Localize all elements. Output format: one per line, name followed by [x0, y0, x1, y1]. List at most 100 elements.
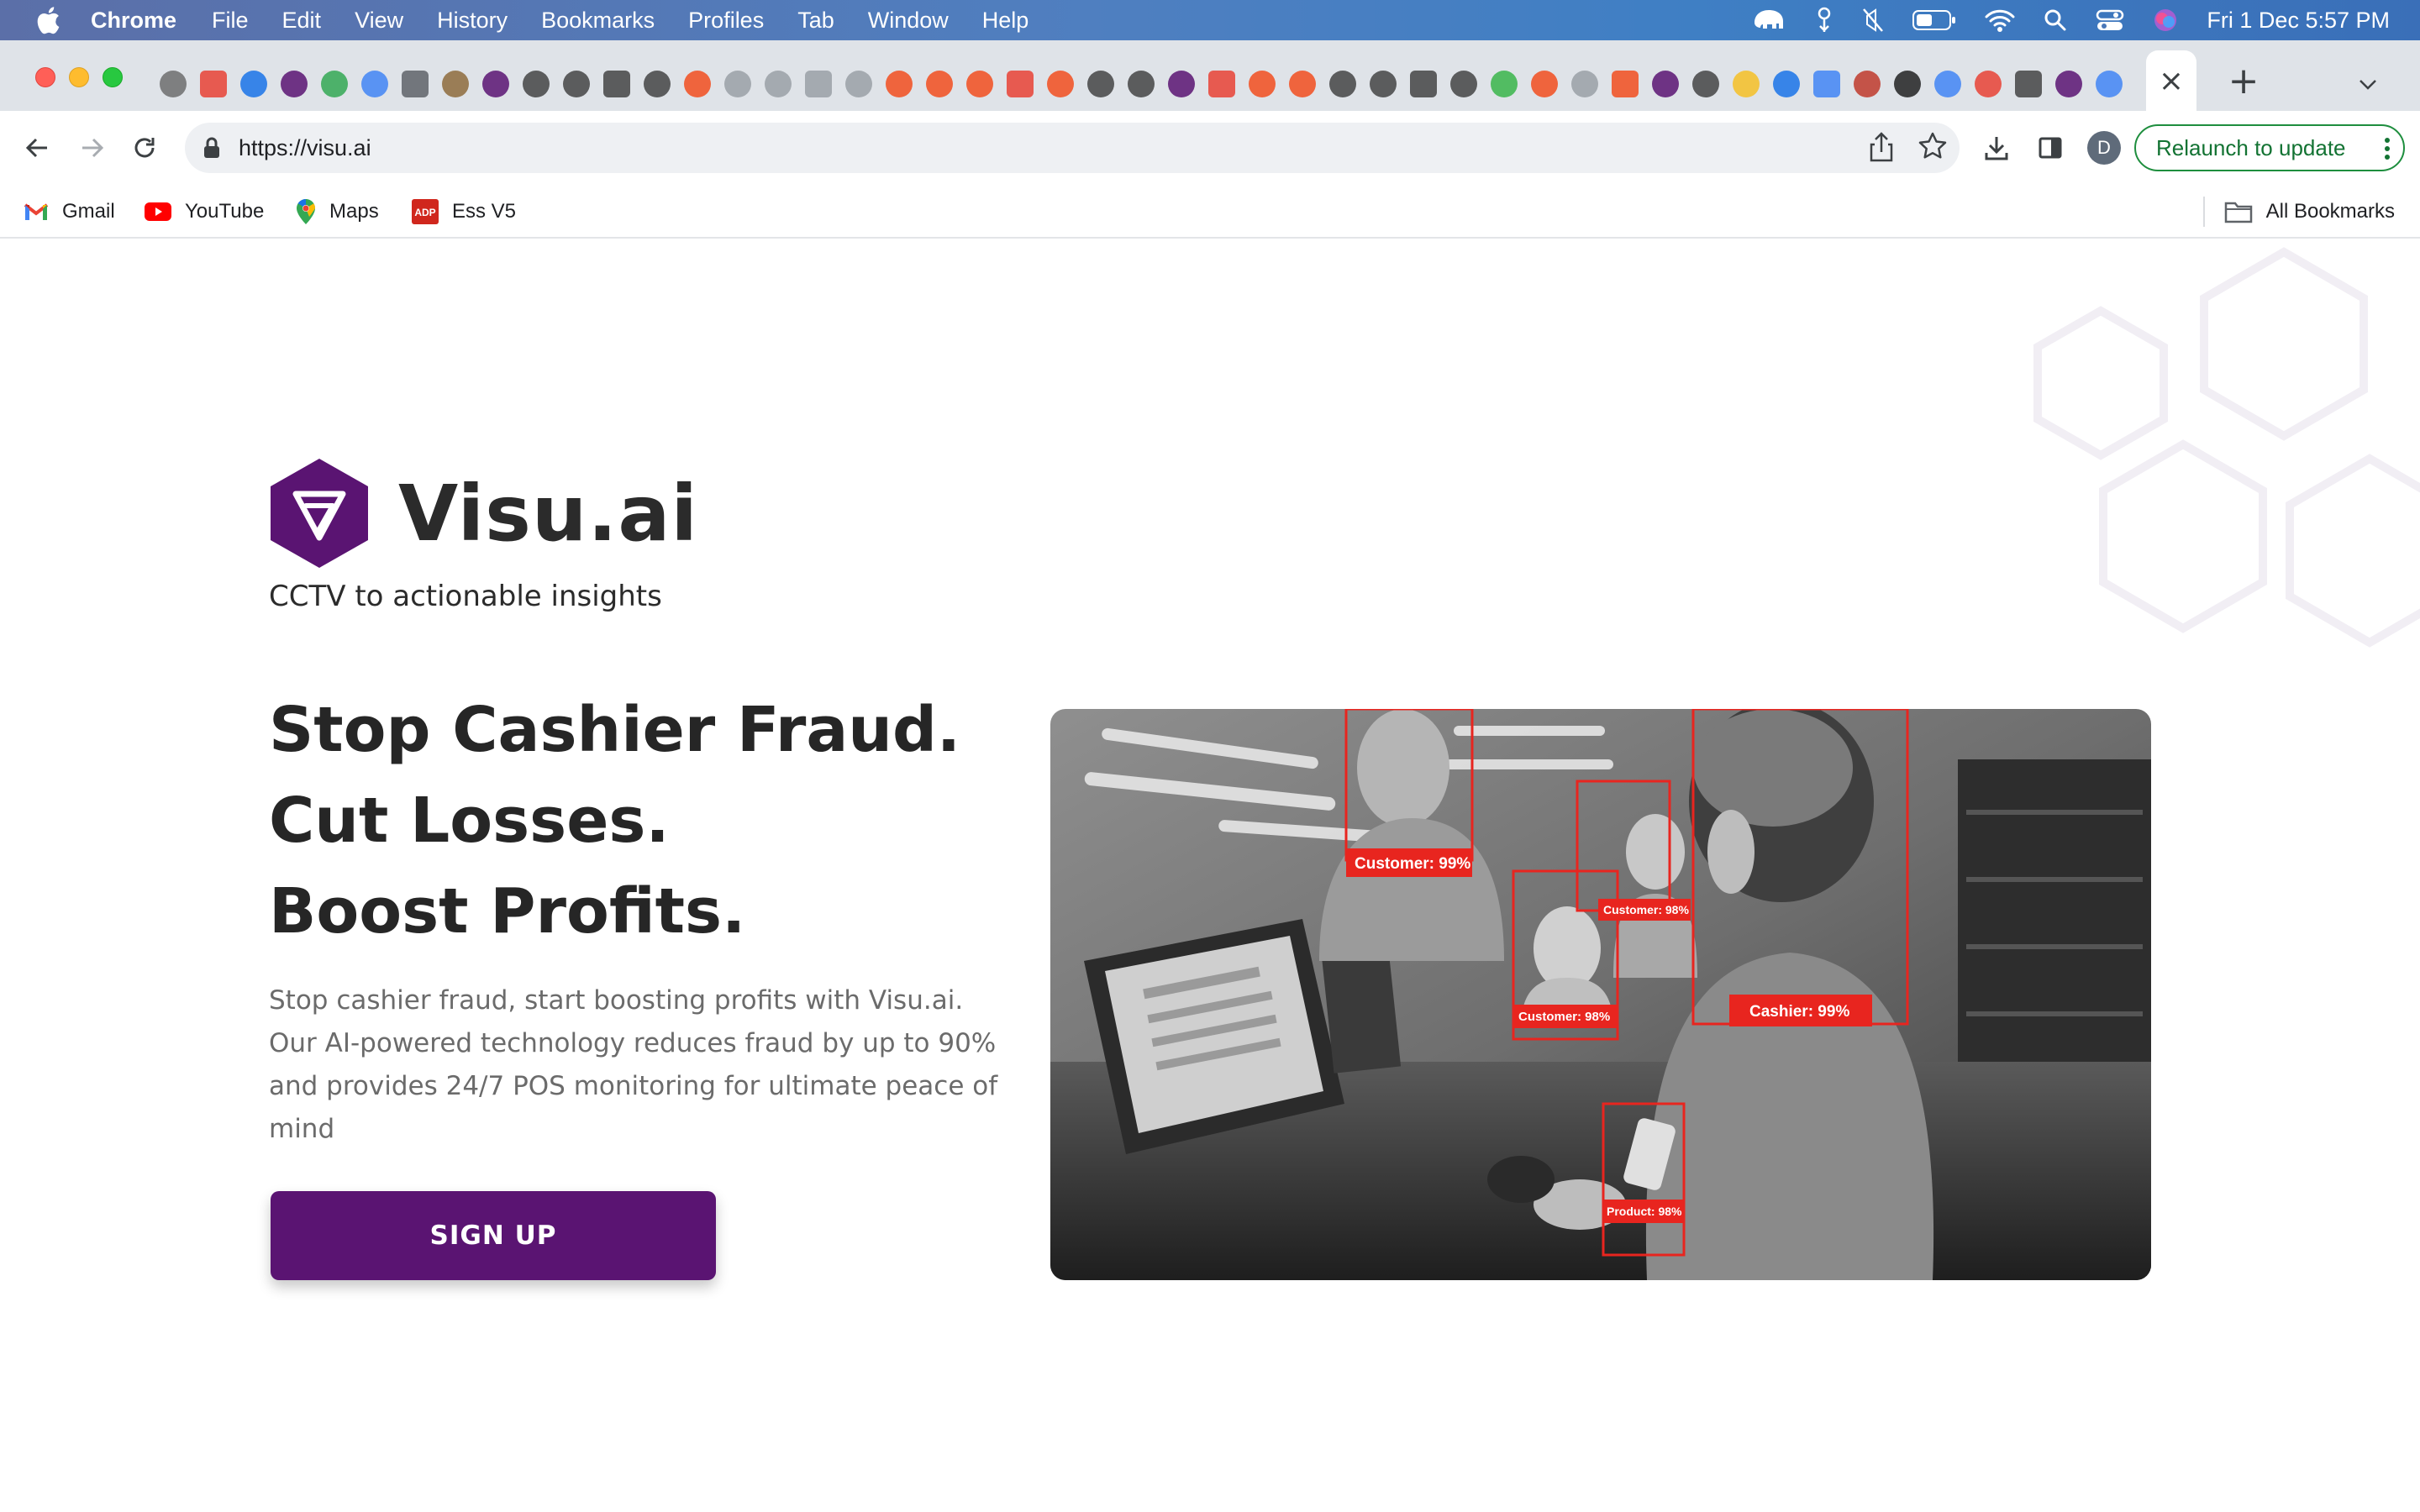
- pinned-tab[interactable]: [1491, 71, 1518, 97]
- pinned-tab[interactable]: [765, 71, 792, 97]
- pinned-tab[interactable]: [1289, 71, 1316, 97]
- relaunch-to-update-button[interactable]: Relaunch to update: [2134, 124, 2405, 171]
- window-minimize-button[interactable]: [69, 67, 89, 87]
- pinned-tab[interactable]: [402, 71, 429, 97]
- share-icon[interactable]: [1867, 131, 1896, 167]
- siri-icon[interactable]: [2153, 8, 2178, 33]
- lock-icon[interactable]: [203, 137, 220, 159]
- downloads-button[interactable]: [1980, 131, 2013, 165]
- new-tab-button[interactable]: +: [2225, 60, 2262, 102]
- pinned-tab[interactable]: [845, 71, 872, 97]
- menu-bookmarks[interactable]: Bookmarks: [541, 8, 655, 34]
- menu-tab[interactable]: Tab: [797, 8, 834, 34]
- pinned-tab[interactable]: [1208, 71, 1235, 97]
- url-text[interactable]: https://visu.ai: [239, 135, 371, 161]
- pinned-tab[interactable]: [1894, 71, 1921, 97]
- maps-icon: [296, 198, 316, 225]
- chrome-menu-icon[interactable]: [2383, 136, 2391, 167]
- mute-icon[interactable]: [1862, 8, 1884, 33]
- pinned-tab[interactable]: [1128, 71, 1155, 97]
- pinned-tab[interactable]: [603, 71, 630, 97]
- pinned-tab[interactable]: [1531, 71, 1558, 97]
- pinned-tab[interactable]: [1612, 71, 1639, 97]
- pinned-tab[interactable]: [321, 71, 348, 97]
- pinned-tab[interactable]: [886, 71, 913, 97]
- menu-profiles[interactable]: Profiles: [688, 8, 764, 34]
- bookmark-gmail[interactable]: Gmail: [24, 195, 115, 228]
- window-zoom-button[interactable]: [103, 67, 123, 87]
- pinned-tab[interactable]: [2096, 71, 2123, 97]
- pinned-tab[interactable]: [2015, 71, 2042, 97]
- all-bookmarks-button[interactable]: All Bookmarks: [2224, 195, 2395, 228]
- control-center-icon[interactable]: [2096, 8, 2124, 32]
- pinned-tab[interactable]: [644, 71, 671, 97]
- pinned-tab[interactable]: [1450, 71, 1477, 97]
- pinned-tab[interactable]: [1975, 71, 2002, 97]
- reload-button[interactable]: [128, 131, 161, 165]
- pinned-tab[interactable]: [160, 71, 187, 97]
- forward-button[interactable]: [76, 131, 109, 165]
- menu-app-name[interactable]: Chrome: [91, 8, 176, 34]
- profile-avatar[interactable]: D: [2087, 131, 2121, 165]
- bookmark-maps[interactable]: Maps: [296, 195, 379, 228]
- pinned-tab[interactable]: [1692, 71, 1719, 97]
- side-panel-button[interactable]: [2033, 131, 2067, 165]
- pinned-tab[interactable]: [1773, 71, 1800, 97]
- bluetooth-like-icon[interactable]: [1815, 6, 1833, 34]
- sign-up-button[interactable]: SIGN UP: [271, 1191, 716, 1280]
- bookmark-star-icon[interactable]: [1918, 131, 1948, 165]
- pinned-tab[interactable]: [1813, 71, 1840, 97]
- back-button[interactable]: [20, 131, 54, 165]
- tab-search-button[interactable]: [2351, 67, 2385, 101]
- pinned-tab[interactable]: [1087, 71, 1114, 97]
- pinned-tab[interactable]: [1652, 71, 1679, 97]
- close-tab-icon[interactable]: ×: [2159, 64, 2184, 98]
- pinned-tab[interactable]: [805, 71, 832, 97]
- menu-help[interactable]: Help: [982, 8, 1029, 34]
- detection-label-customer-3: Customer: 98%: [1518, 1010, 1610, 1024]
- pinned-tab[interactable]: [482, 71, 509, 97]
- pinned-tab[interactable]: [1370, 71, 1397, 97]
- pinned-tab[interactable]: [1168, 71, 1195, 97]
- pinned-tab[interactable]: [926, 71, 953, 97]
- pinned-tab[interactable]: [523, 71, 550, 97]
- brand-name: Visu.ai: [398, 468, 698, 559]
- pinned-tab[interactable]: [281, 71, 308, 97]
- bookmark-ess-v5[interactable]: ADP Ess V5: [412, 195, 516, 228]
- menu-bar-clock[interactable]: Fri 1 Dec 5:57 PM: [2207, 8, 2390, 34]
- pinned-tab[interactable]: [1733, 71, 1760, 97]
- pinned-tab[interactable]: [442, 71, 469, 97]
- pinned-tab[interactable]: [200, 71, 227, 97]
- pinned-tab[interactable]: [1410, 71, 1437, 97]
- wifi-icon[interactable]: [1985, 8, 2015, 32]
- pinned-tab[interactable]: [724, 71, 751, 97]
- pinned-tab[interactable]: [1571, 71, 1598, 97]
- address-bar[interactable]: https://visu.ai: [185, 123, 1960, 173]
- pinned-tab[interactable]: [361, 71, 388, 97]
- window-close-button[interactable]: [35, 67, 55, 87]
- menu-history[interactable]: History: [437, 8, 508, 34]
- pinned-tab[interactable]: [1329, 71, 1356, 97]
- menu-edit[interactable]: Edit: [282, 8, 322, 34]
- pinned-tab[interactable]: [563, 71, 590, 97]
- pinned-tab[interactable]: [966, 71, 993, 97]
- battery-icon[interactable]: [1912, 9, 1956, 31]
- pinned-tab[interactable]: [1249, 71, 1276, 97]
- bookmark-youtube[interactable]: YouTube: [145, 195, 264, 228]
- brand-logo[interactable]: Visu.ai: [269, 457, 698, 570]
- elephant-icon[interactable]: [1751, 8, 1786, 33]
- active-tab[interactable]: ×: [2146, 50, 2196, 111]
- bookmark-label: Gmail: [62, 200, 115, 223]
- pinned-tab[interactable]: [1007, 71, 1034, 97]
- apple-menu-icon[interactable]: [35, 6, 60, 34]
- menu-view[interactable]: View: [355, 8, 403, 34]
- menu-file[interactable]: File: [212, 8, 249, 34]
- pinned-tab[interactable]: [1047, 71, 1074, 97]
- pinned-tab[interactable]: [240, 71, 267, 97]
- pinned-tab[interactable]: [684, 71, 711, 97]
- spotlight-search-icon[interactable]: [2044, 8, 2067, 32]
- pinned-tab[interactable]: [1934, 71, 1961, 97]
- menu-window[interactable]: Window: [868, 8, 949, 34]
- pinned-tab[interactable]: [1854, 71, 1881, 97]
- pinned-tab[interactable]: [2055, 71, 2082, 97]
